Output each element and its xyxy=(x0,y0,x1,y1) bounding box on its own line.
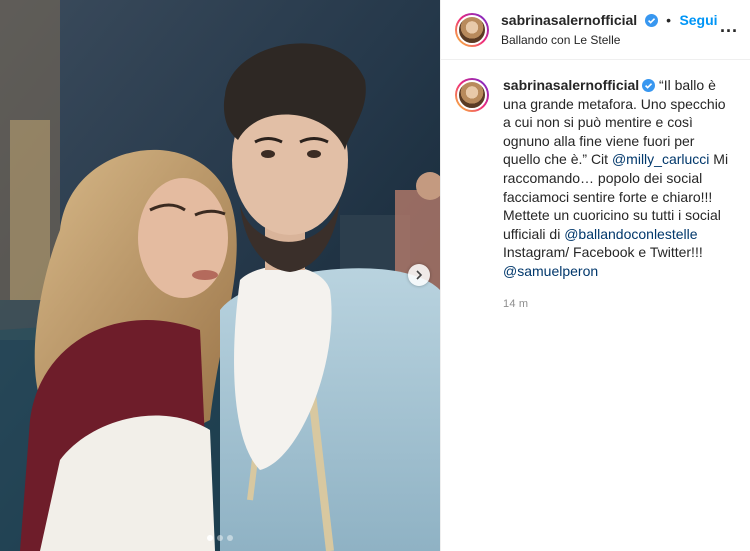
post-sidebar: sabrinasalernofficial • Segui Ballando c… xyxy=(440,0,750,551)
instagram-post: sabrinasalernofficial • Segui Ballando c… xyxy=(0,0,750,551)
mention-milly-carlucci[interactable]: @milly_carlucci xyxy=(612,151,709,167)
carousel-dot xyxy=(227,535,233,541)
carousel-dot xyxy=(207,535,213,541)
username-link[interactable]: sabrinasalernofficial xyxy=(501,12,637,28)
post-media[interactable] xyxy=(0,0,440,551)
caption-username[interactable]: sabrinasalernofficial xyxy=(503,77,639,93)
location-link[interactable]: Ballando con Le Stelle xyxy=(501,31,718,49)
post-photo xyxy=(0,0,440,551)
mention-samuelperon[interactable]: @samuelperon xyxy=(503,263,598,279)
post-timestamp[interactable]: 14 m xyxy=(503,295,733,314)
more-options-icon[interactable]: ... xyxy=(720,16,738,37)
post-header: sabrinasalernofficial • Segui Ballando c… xyxy=(441,0,750,60)
carousel-next-button[interactable] xyxy=(408,264,430,286)
caption-text: Instagram/ Facebook e Twitter!!! xyxy=(503,244,703,261)
mention-ballandoconlestelle[interactable]: @ballandoconlestelle xyxy=(564,226,697,242)
caption-avatar[interactable] xyxy=(455,78,489,112)
follow-button[interactable]: Segui xyxy=(679,12,717,28)
post-caption: sabrinasalernofficial “Il ballo è una gr… xyxy=(441,60,750,313)
verified-badge-icon xyxy=(642,79,656,92)
avatar[interactable] xyxy=(455,12,489,47)
carousel-indicator xyxy=(0,535,440,541)
verified-badge-icon xyxy=(644,13,658,27)
chevron-right-icon xyxy=(416,270,423,280)
separator-dot: • xyxy=(666,11,671,28)
carousel-dot xyxy=(217,535,223,541)
